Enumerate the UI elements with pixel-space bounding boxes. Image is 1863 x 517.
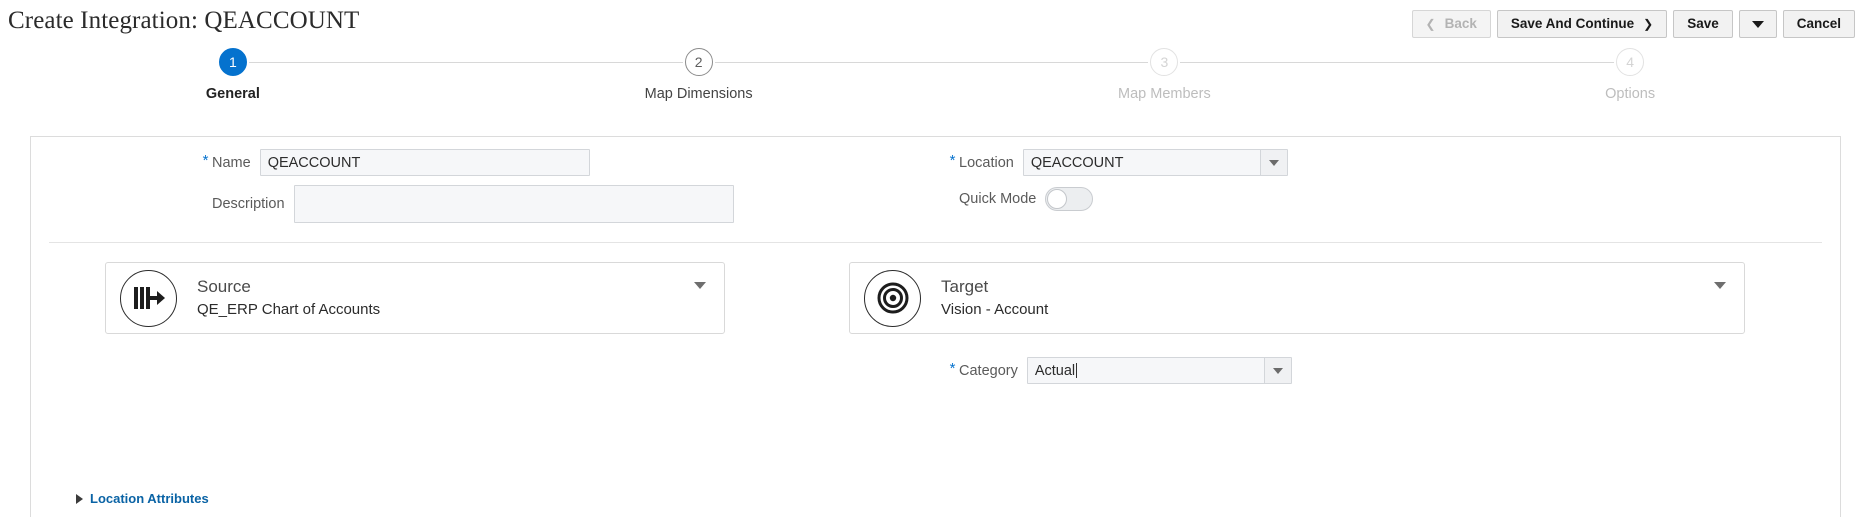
step-map-members: 3 Map Members — [931, 48, 1398, 102]
description-field-label: Description — [212, 196, 285, 212]
source-card[interactable]: Source QE_ERP Chart of Accounts — [105, 262, 725, 334]
step-label-options: Options — [1605, 86, 1656, 102]
category-select[interactable]: Actual — [1026, 357, 1292, 384]
step-label-map-members: Map Members — [1118, 86, 1211, 102]
required-indicator-icon: * — [202, 152, 209, 169]
chevron-right-icon — [76, 493, 83, 504]
save-button[interactable]: Save — [1673, 10, 1733, 38]
required-indicator-icon: * — [949, 360, 956, 377]
step-general[interactable]: 1 General — [0, 48, 466, 102]
location-attributes-toggle[interactable]: Location Attributes — [76, 491, 209, 506]
general-form-panel: * Name QEACCOUNT * Description * Locatio… — [30, 136, 1841, 517]
category-select-value: Actual — [1028, 358, 1264, 383]
step-connector-right — [714, 62, 932, 63]
name-field-row: * Name QEACCOUNT — [199, 149, 590, 176]
location-field-label: Location — [959, 154, 1014, 171]
category-field-label: Category — [959, 362, 1018, 379]
category-select-text: Actual — [1034, 362, 1076, 379]
name-input-value: QEACCOUNT — [267, 154, 361, 171]
name-input[interactable]: QEACCOUNT — [259, 149, 590, 176]
step-label-map-dimensions: Map Dimensions — [644, 86, 753, 102]
step-connector-left — [465, 62, 683, 63]
quick-mode-toggle[interactable] — [1045, 187, 1094, 211]
header-action-buttons: ❮ Back Save And Continue ❯ Save Cancel — [1411, 10, 1855, 38]
location-field-row: * Location QEACCOUNT — [946, 149, 1288, 176]
step-connector-left — [1397, 62, 1615, 63]
quick-mode-toggle-knob — [1047, 189, 1068, 209]
target-bullseye-icon — [864, 269, 921, 327]
target-card-value: Vision - Account — [941, 300, 1049, 318]
save-options-dropdown-button[interactable] — [1738, 10, 1777, 38]
save-and-continue-label: Save And Continue — [1510, 16, 1635, 31]
form-fields-area: * Name QEACCOUNT * Description * Locatio… — [31, 137, 1840, 242]
step-map-dimensions[interactable]: 2 Map Dimensions — [465, 48, 932, 102]
target-card-kind: Target — [941, 276, 989, 296]
category-dropdown-arrow-icon[interactable] — [1263, 358, 1291, 383]
source-target-area: Source QE_ERP Chart of Accounts Target V… — [31, 243, 1840, 353]
description-textarea[interactable] — [293, 185, 734, 223]
step-label-general: General — [205, 86, 260, 102]
step-number-circle: 2 — [684, 48, 713, 76]
quick-mode-field-label: Quick Mode — [959, 191, 1037, 207]
category-field-row: * Category Actual — [946, 357, 1292, 384]
step-number-circle: 1 — [218, 48, 247, 76]
location-select[interactable]: QEACCOUNT — [1022, 149, 1288, 176]
location-select-value: QEACCOUNT — [1030, 154, 1124, 171]
cancel-button-label: Cancel — [1796, 16, 1841, 31]
source-card-kind: Source — [197, 276, 251, 296]
chevron-left-icon: ❮ — [1425, 17, 1436, 31]
target-card-texts: Target Vision - Account — [941, 276, 1702, 321]
page-header: Create Integration: QEACCOUNT ❮ Back Sav… — [0, 0, 1863, 48]
save-and-continue-button[interactable]: Save And Continue ❯ — [1496, 10, 1668, 38]
back-button-label: Back — [1444, 16, 1477, 31]
step-number-circle: 3 — [1150, 48, 1179, 76]
page-title: Create Integration: QEACCOUNT — [8, 7, 360, 34]
step-connector-right — [1180, 62, 1398, 63]
text-cursor — [1076, 363, 1078, 378]
caret-down-icon — [1751, 20, 1764, 28]
description-field-row: * Description — [199, 185, 734, 223]
step-connector-left — [931, 62, 1149, 63]
target-card[interactable]: Target Vision - Account — [849, 262, 1745, 334]
quick-mode-field-row: * Quick Mode — [946, 187, 1094, 211]
cancel-button[interactable]: Cancel — [1782, 10, 1855, 38]
source-flow-icon — [120, 269, 177, 327]
save-button-label: Save — [1687, 16, 1719, 31]
location-dropdown-arrow-icon[interactable] — [1259, 150, 1287, 175]
source-card-value: QE_ERP Chart of Accounts — [197, 300, 381, 318]
wizard-stepper: 1 General 2 Map Dimensions 3 Map Members… — [0, 48, 1863, 121]
target-dropdown-arrow-icon[interactable] — [1714, 282, 1730, 307]
step-connector-right — [248, 62, 466, 63]
location-attributes-label: Location Attributes — [90, 491, 209, 506]
required-indicator-icon: * — [949, 152, 956, 169]
chevron-right-icon: ❯ — [1643, 17, 1654, 31]
name-field-label: Name — [212, 154, 251, 171]
source-dropdown-arrow-icon[interactable] — [694, 282, 710, 307]
back-button[interactable]: ❮ Back — [1411, 10, 1491, 38]
step-number-circle: 4 — [1616, 48, 1645, 76]
source-card-texts: Source QE_ERP Chart of Accounts — [197, 276, 682, 321]
step-options: 4 Options — [1397, 48, 1863, 102]
